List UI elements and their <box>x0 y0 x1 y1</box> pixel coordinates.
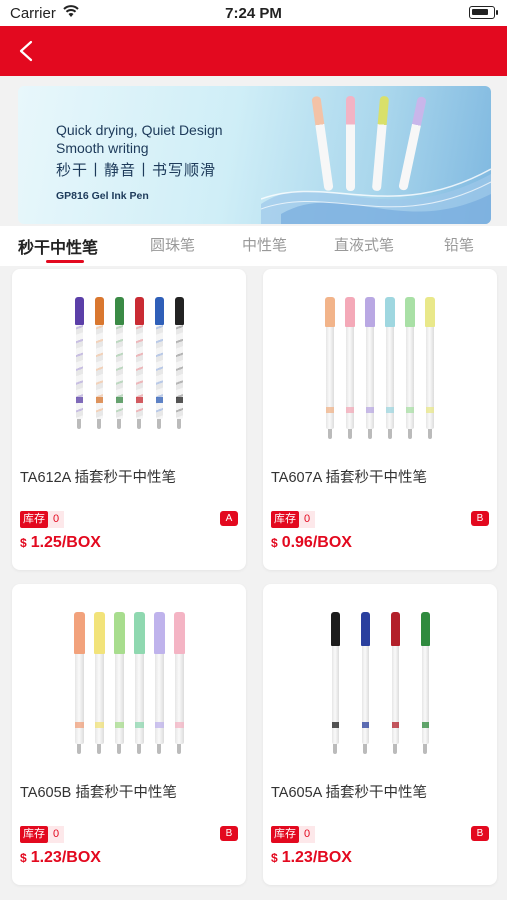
pen-image <box>113 612 125 754</box>
stock-count: 0 <box>299 511 316 528</box>
product-card[interactable]: TA607A 插套秒干中性笔 库存 0 B $0.96/BOX <box>263 269 497 570</box>
tab-liquid[interactable]: 直液式笔 <box>334 234 394 255</box>
product-image <box>32 289 226 439</box>
back-button[interactable] <box>10 34 44 68</box>
stock-label: 库存 <box>20 826 48 843</box>
pen-image <box>385 297 395 439</box>
product-price: $1.25/BOX <box>20 534 101 552</box>
promo-banner[interactable]: Quick drying, Quiet Design Smooth writin… <box>18 86 491 224</box>
tab-label: 秒干中性笔 <box>18 240 99 257</box>
pen-image <box>93 612 105 754</box>
price-value: 1.23/BOX <box>30 849 101 866</box>
product-card[interactable]: TA612A 插套秒干中性笔 库存 0 A $1.25/BOX <box>12 269 246 570</box>
product-image <box>283 289 477 439</box>
stock-indicator: 库存 0 <box>271 509 316 528</box>
pen-image <box>345 297 355 439</box>
product-name: TA605B 插套秒干中性笔 <box>20 785 177 801</box>
product-card[interactable]: TA605B 插套秒干中性笔 库存 0 B $1.23/BOX <box>12 584 246 885</box>
stock-label: 库存 <box>271 511 299 528</box>
pen-image <box>420 612 430 754</box>
product-card[interactable]: TA605A 插套秒干中性笔 库存 0 B $1.23/BOX <box>263 584 497 885</box>
battery-icon <box>469 6 498 19</box>
grade-badge: B <box>471 826 489 841</box>
stock-count: 0 <box>48 511 65 528</box>
stock-indicator: 库存 0 <box>20 824 65 843</box>
pen-image <box>405 297 415 439</box>
grade-badge: B <box>471 511 489 526</box>
pen-image <box>74 297 84 429</box>
stock-count: 0 <box>299 826 316 843</box>
grade-badge: B <box>220 826 238 841</box>
pen-image <box>425 297 435 439</box>
banner-line4: GP816 Gel Ink Pen <box>56 190 149 202</box>
grade-badge: A <box>220 511 238 526</box>
product-name: TA612A 插套秒干中性笔 <box>20 470 177 486</box>
tab-pencil[interactable]: 铅笔 <box>444 234 474 255</box>
currency-symbol: $ <box>271 851 278 865</box>
product-image <box>32 604 226 754</box>
chevron-left-icon <box>19 40 33 62</box>
currency-symbol: $ <box>20 536 27 550</box>
tab-label: 直液式笔 <box>334 237 395 254</box>
product-price: $1.23/BOX <box>271 849 352 867</box>
pen-image <box>174 297 184 429</box>
pen-image <box>360 612 370 754</box>
banner-line2: Smooth writing <box>56 140 149 156</box>
pen-image <box>133 612 145 754</box>
product-name: TA605A 插套秒干中性笔 <box>271 785 428 801</box>
tab-label: 圆珠笔 <box>150 237 196 254</box>
tab-label: 中性笔 <box>242 237 288 254</box>
banner-line1: Quick drying, Quiet Design <box>56 122 223 138</box>
product-image <box>283 604 477 754</box>
price-value: 1.25/BOX <box>30 534 101 551</box>
price-value: 0.96/BOX <box>281 534 352 551</box>
tab-active-indicator <box>46 260 84 263</box>
pen-image <box>325 297 335 439</box>
tab-quick-dry-gel[interactable]: 秒干中性笔 <box>18 234 99 263</box>
pen-image <box>153 612 165 754</box>
nav-bar <box>0 26 507 76</box>
currency-symbol: $ <box>271 536 278 550</box>
stock-indicator: 库存 0 <box>271 824 316 843</box>
product-price: $1.23/BOX <box>20 849 101 867</box>
stock-label: 库存 <box>271 826 299 843</box>
banner-line3: 秒干丨静音丨书写顺滑 <box>56 162 217 179</box>
product-name: TA607A 插套秒干中性笔 <box>271 470 428 486</box>
currency-symbol: $ <box>20 851 27 865</box>
price-value: 1.23/BOX <box>281 849 352 866</box>
tab-ballpoint[interactable]: 圆珠笔 <box>150 234 195 255</box>
pen-image <box>173 612 185 754</box>
pen-image <box>134 297 144 429</box>
status-bar: Carrier 7:24 PM <box>0 0 507 26</box>
pen-image <box>94 297 104 429</box>
pen-image <box>73 612 85 754</box>
pen-image <box>390 612 400 754</box>
stock-label: 库存 <box>20 511 48 528</box>
tab-gel[interactable]: 中性笔 <box>242 234 287 255</box>
pen-image <box>365 297 375 439</box>
pen-image <box>154 297 164 429</box>
pen-image <box>114 297 124 429</box>
tab-label: 铅笔 <box>444 237 475 254</box>
status-time: 7:24 PM <box>225 5 282 22</box>
stock-indicator: 库存 0 <box>20 509 65 528</box>
stock-count: 0 <box>48 826 65 843</box>
pen-image <box>330 612 340 754</box>
banner-pen-image <box>346 96 355 191</box>
category-tabs: 秒干中性笔 圆珠笔 中性笔 直液式笔 铅笔 <box>0 226 507 266</box>
product-price: $0.96/BOX <box>271 534 352 552</box>
